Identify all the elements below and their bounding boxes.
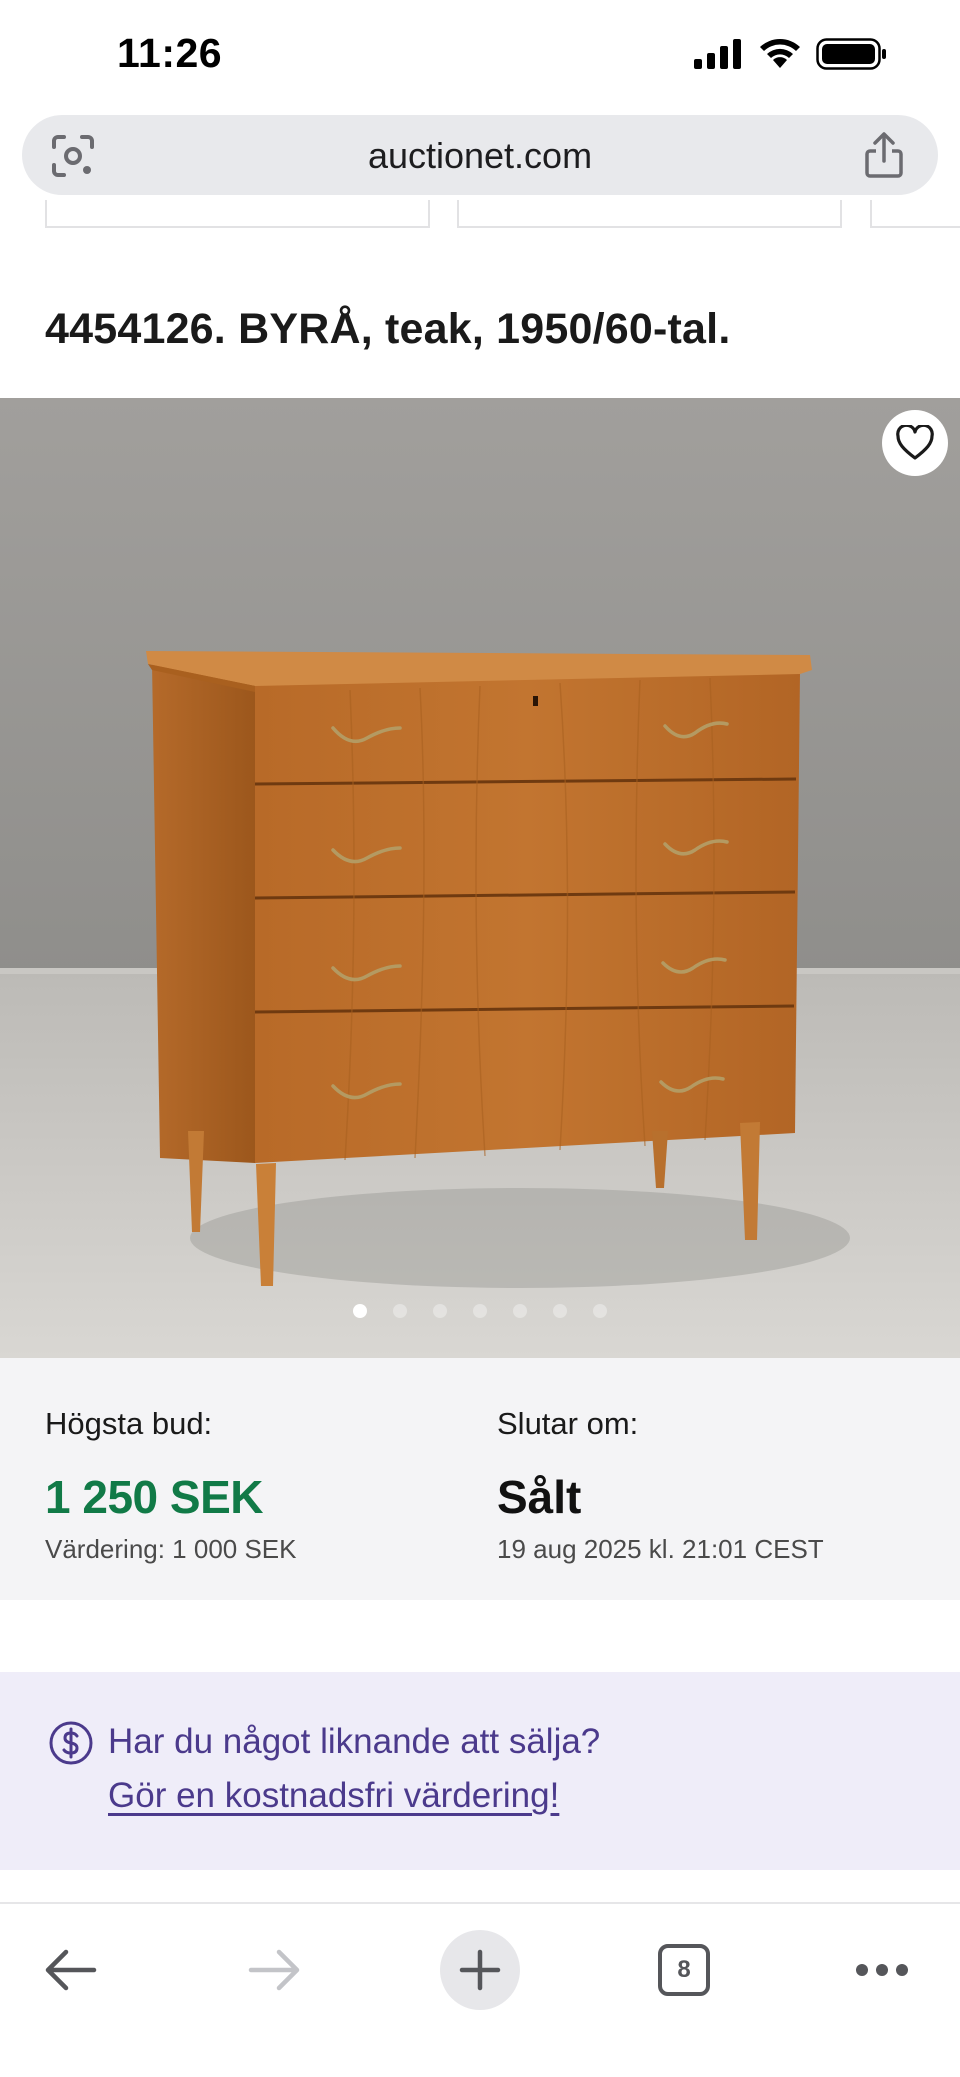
cellular-signal-icon xyxy=(694,39,741,69)
favorite-button[interactable] xyxy=(882,410,948,476)
wifi-icon xyxy=(760,39,800,68)
free-valuation-link[interactable]: Gör en kostnadsfri värdering! xyxy=(108,1776,559,1816)
status-icons xyxy=(694,38,888,70)
tab-stub[interactable] xyxy=(457,200,842,228)
arrow-right-icon xyxy=(248,1949,300,1991)
estimate-text: Värdering: 1 000 SEK xyxy=(45,1534,297,1564)
tab-stub[interactable] xyxy=(45,200,430,228)
sale-status: Sålt xyxy=(497,1471,582,1523)
dollar-circle-icon xyxy=(49,1721,93,1765)
address-bar[interactable]: auctionet.com xyxy=(22,115,938,195)
carousel-dot[interactable] xyxy=(393,1304,407,1318)
item-title: 4454126. BYRÅ, teak, 1950/60-tal. xyxy=(45,305,731,353)
more-button[interactable] xyxy=(842,1930,922,2010)
status-bar: 11:26 xyxy=(0,0,960,112)
tab-count: 8 xyxy=(658,1944,710,1996)
ends-section: Slutar om: Sålt 19 aug 2025 kl. 21:01 CE… xyxy=(497,1406,824,1565)
sell-promo-banner: Har du något liknande att sälja? Gör en … xyxy=(0,1672,960,1870)
tabs-button[interactable]: 8 xyxy=(644,1930,724,2010)
carousel-dot[interactable] xyxy=(473,1304,487,1318)
back-button[interactable] xyxy=(30,1930,110,2010)
promo-question: Har du något liknande att sälja? xyxy=(108,1722,601,1761)
heart-icon xyxy=(896,425,934,460)
more-dots-icon xyxy=(856,1964,908,1976)
battery-icon xyxy=(816,38,886,70)
highest-bid-amount: 1 250 SEK xyxy=(45,1471,263,1523)
share-icon[interactable] xyxy=(862,131,906,179)
carousel-dots xyxy=(0,1304,960,1318)
carousel-dot[interactable] xyxy=(553,1304,567,1318)
ends-label: Slutar om: xyxy=(497,1406,639,1441)
forward-button[interactable] xyxy=(235,1930,315,2010)
browser-toolbar: 8 xyxy=(0,1902,960,2077)
url-text[interactable]: auctionet.com xyxy=(22,135,938,177)
highest-bid-section: Högsta bud: 1 250 SEK Värdering: 1 000 S… xyxy=(45,1406,297,1565)
new-tab-button[interactable] xyxy=(440,1930,520,2010)
plus-icon xyxy=(459,1949,501,1991)
product-image-carousel[interactable] xyxy=(0,398,960,1358)
bid-info-panel: Högsta bud: 1 250 SEK Värdering: 1 000 S… xyxy=(0,1358,960,1600)
highest-bid-label: Högsta bud: xyxy=(45,1406,213,1441)
carousel-dot[interactable] xyxy=(433,1304,447,1318)
scrolled-tab-strip xyxy=(0,200,960,230)
end-date: 19 aug 2025 kl. 21:01 CEST xyxy=(497,1534,824,1564)
carousel-dot[interactable] xyxy=(513,1304,527,1318)
carousel-dot[interactable] xyxy=(593,1304,607,1318)
tab-stub[interactable] xyxy=(870,200,960,228)
product-photo xyxy=(0,398,960,1358)
carousel-dot[interactable] xyxy=(353,1304,367,1318)
status-time: 11:26 xyxy=(117,30,223,76)
arrow-left-icon xyxy=(45,1949,97,1991)
